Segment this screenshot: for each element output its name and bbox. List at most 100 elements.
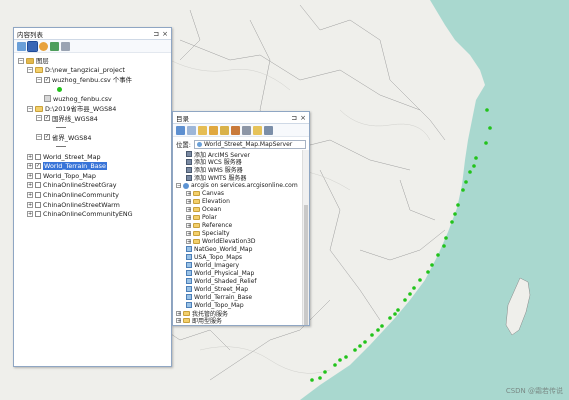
line-symbol-icon — [56, 146, 66, 148]
expand-toggle-icon[interactable]: + — [27, 211, 33, 218]
visibility-checkbox[interactable]: ✓ — [35, 163, 41, 170]
expand-toggle-icon[interactable]: − — [36, 115, 42, 122]
list-by-source-icon[interactable] — [27, 40, 38, 52]
back-icon[interactable] — [176, 125, 185, 135]
toc-row[interactable] — [45, 142, 66, 151]
toc-row[interactable]: + ✓ World_Terrain_Base — [27, 162, 107, 171]
toc-row[interactable]: − ✓ 国界线_WGS84 — [36, 114, 98, 123]
expand-toggle-icon[interactable]: + — [186, 238, 191, 244]
new-folder-icon[interactable] — [253, 125, 262, 135]
catalog-row[interactable]: + Reference — [186, 222, 232, 230]
expand-toggle-icon[interactable]: − — [27, 67, 33, 74]
expand-toggle-icon[interactable]: + — [186, 207, 191, 213]
catalog-scrollbar[interactable] — [302, 150, 309, 325]
expand-toggle-icon[interactable]: + — [186, 191, 191, 197]
toc-row[interactable]: − D:\new_tangzicai_project — [27, 66, 125, 75]
layer-label: ChinaOnlineCommunityENG — [43, 210, 133, 219]
expand-toggle-icon[interactable]: − — [27, 105, 33, 112]
pin-icon[interactable]: ⊐ — [291, 114, 297, 122]
catalog-toolbar — [173, 124, 309, 137]
expand-toggle-icon[interactable]: − — [36, 134, 42, 141]
visibility-checkbox[interactable]: ✓ — [44, 76, 50, 83]
expand-toggle-icon[interactable]: + — [186, 199, 191, 205]
catalog-row[interactable]: World_Physical_Map — [186, 269, 254, 277]
view-icon[interactable] — [242, 125, 251, 135]
expand-toggle-icon[interactable]: + — [176, 310, 181, 316]
visibility-checkbox[interactable] — [35, 153, 41, 160]
scroll-thumb[interactable] — [304, 205, 308, 325]
toc-row[interactable] — [45, 85, 62, 94]
toc-row[interactable]: wuzhog_fenbu.csv — [36, 94, 112, 103]
list-by-visibility-icon[interactable] — [39, 41, 48, 51]
catalog-row[interactable]: + 即用型服务 — [176, 317, 222, 325]
catalog-row[interactable]: + Canvas — [186, 190, 224, 198]
options-icon[interactable] — [61, 41, 70, 51]
catalog-row[interactable]: NatGeo_World_Map — [186, 245, 252, 253]
folder-icon — [35, 105, 43, 112]
visibility-checkbox[interactable] — [35, 211, 41, 218]
expand-toggle-icon[interactable]: + — [186, 223, 191, 229]
visibility-checkbox[interactable] — [35, 172, 41, 179]
expand-toggle-icon[interactable]: − — [36, 76, 42, 83]
expand-toggle-icon[interactable]: + — [27, 163, 33, 170]
expand-toggle-icon[interactable]: + — [27, 153, 33, 160]
visibility-checkbox[interactable] — [35, 182, 41, 189]
expand-toggle-icon[interactable]: + — [27, 191, 33, 198]
close-icon[interactable]: × — [300, 114, 306, 122]
toc-row[interactable]: − D:\2019省市县_WGS84 — [27, 104, 116, 113]
expand-toggle-icon[interactable]: + — [27, 172, 33, 179]
catalog-row[interactable]: − arcgis on services.arcgisonline.com — [176, 182, 298, 190]
catalog-row[interactable]: USA_Topo_Maps — [186, 253, 242, 261]
visibility-checkbox[interactable] — [35, 201, 41, 208]
pin-icon[interactable]: ⊐ — [153, 30, 159, 38]
event-point — [338, 358, 342, 362]
toc-row[interactable]: + ChinaOnlineCommunityENG — [27, 210, 133, 219]
catalog-row[interactable]: World_Imagery — [186, 261, 239, 269]
toc-row[interactable]: + ChinaOnlineCommunity — [27, 190, 119, 199]
expand-toggle-icon[interactable]: − — [18, 57, 24, 64]
catalog-row[interactable]: 添加 WMTS 服务器 — [186, 174, 246, 182]
catalog-row[interactable]: + Elevation — [186, 198, 230, 206]
expand-toggle-icon[interactable]: + — [186, 215, 191, 221]
event-point — [388, 316, 392, 320]
visibility-checkbox[interactable] — [35, 191, 41, 198]
toc-row[interactable]: − ✓ wuzhog_fenbu.csv 个事件 — [36, 75, 132, 84]
toc-row[interactable] — [45, 123, 66, 132]
catalog-row[interactable]: + Specialty — [186, 230, 230, 238]
expand-toggle-icon[interactable]: + — [27, 201, 33, 208]
toc-row[interactable]: + ChinaOnlineStreetWarm — [27, 200, 120, 209]
catalog-row[interactable]: + Ocean — [186, 206, 221, 214]
home-icon[interactable] — [209, 125, 218, 135]
toc-row[interactable]: + ChinaOnlineStreetGray — [27, 181, 117, 190]
expand-toggle-icon[interactable]: + — [27, 182, 33, 189]
list-by-drawing-order-icon[interactable] — [17, 41, 26, 51]
catalog-row[interactable]: World_Street_Map — [186, 285, 248, 293]
catalog-row[interactable]: World_Shaded_Relief — [186, 277, 257, 285]
folder-icon — [193, 223, 200, 229]
visibility-checkbox[interactable]: ✓ — [44, 134, 50, 141]
toc-row[interactable]: + World_Street_Map — [27, 152, 101, 161]
expand-toggle-icon[interactable]: + — [176, 318, 181, 324]
event-point — [408, 292, 412, 296]
close-icon[interactable]: × — [162, 30, 168, 38]
options-icon[interactable] — [264, 125, 273, 135]
catalog-label: World_Shaded_Relief — [194, 277, 257, 285]
expand-toggle-icon[interactable]: − — [176, 183, 181, 189]
toc-row[interactable]: − ✓ 省界_WGS84 — [36, 133, 91, 142]
catalog-panel: 目录 ⊐ × 位置: World_Street_Map.MapServer 添加 … — [172, 111, 310, 326]
expand-toggle-icon[interactable]: + — [186, 231, 191, 237]
catalog-title: 目录 — [176, 114, 189, 123]
disconnect-icon[interactable] — [231, 125, 240, 135]
location-field[interactable]: World_Street_Map.MapServer — [193, 139, 306, 149]
catalog-row[interactable]: World_Terrain_Base — [186, 293, 252, 301]
catalog-row[interactable]: + WorldElevation3D — [186, 237, 256, 245]
list-by-selection-icon[interactable] — [50, 41, 59, 51]
up-one-level-icon[interactable] — [198, 125, 207, 135]
layer-label: 省界_WGS84 — [52, 133, 92, 142]
catalog-row[interactable]: + Polar — [186, 214, 217, 222]
toc-row[interactable]: + World_Topo_Map — [27, 171, 96, 180]
toc-row[interactable]: − 图层 — [18, 56, 49, 65]
connect-folder-icon[interactable] — [220, 125, 229, 135]
forward-icon[interactable] — [187, 125, 196, 135]
visibility-checkbox[interactable]: ✓ — [44, 115, 50, 122]
